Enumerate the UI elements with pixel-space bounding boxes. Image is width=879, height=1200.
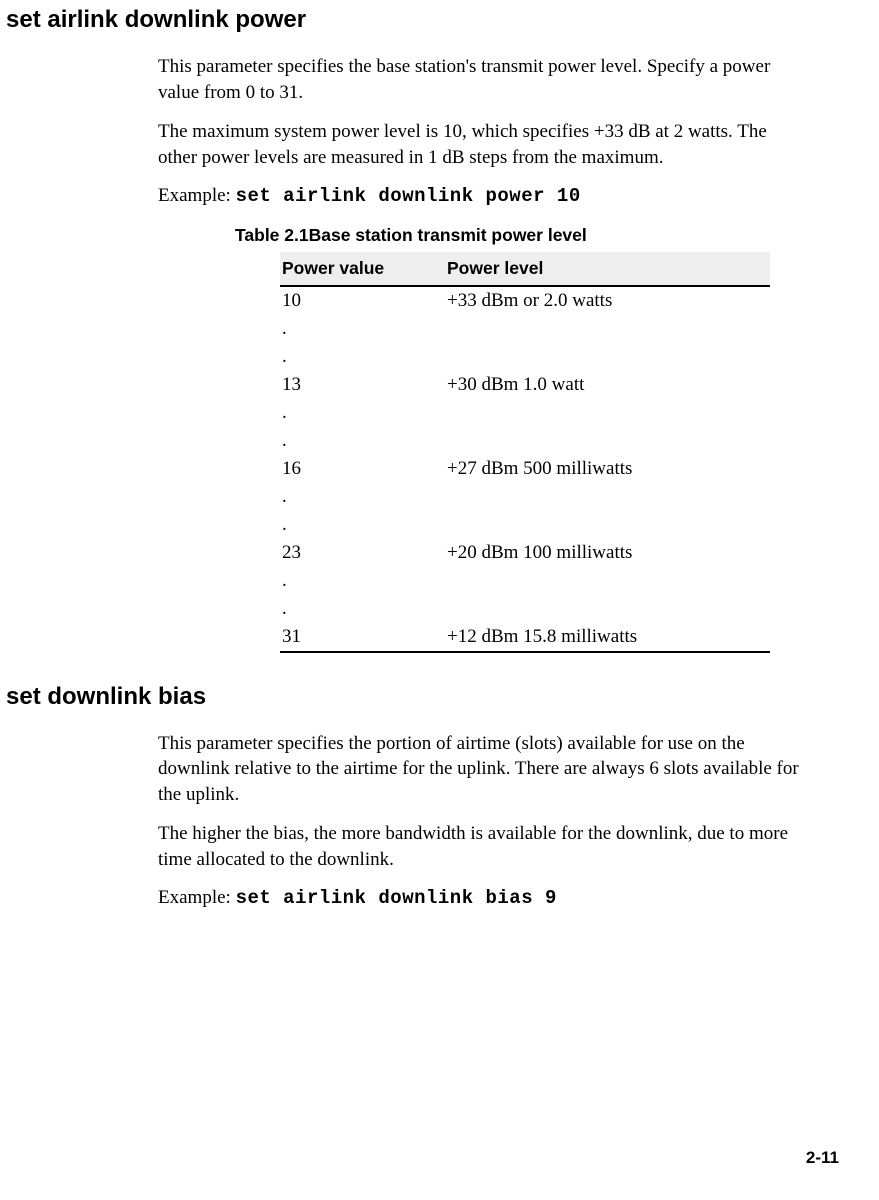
table-row: . [280, 511, 770, 539]
cell-power-level: +27 dBm 500 milliwatts [445, 455, 770, 483]
heading-set-downlink-bias: set downlink bias [0, 683, 799, 711]
table-header-power-level: Power level [445, 252, 770, 286]
power-level-table: Power value Power level 10+33 dBm or 2.0… [280, 252, 770, 653]
table-row: 31+12 dBm 15.8 milliwatts [280, 623, 770, 652]
cell-power-value: . [280, 399, 445, 427]
cell-power-level [445, 399, 770, 427]
paragraph: This parameter specifies the portion of … [158, 731, 799, 808]
cell-power-value: . [280, 315, 445, 343]
table-row: . [280, 483, 770, 511]
cell-power-level [445, 511, 770, 539]
table-row: . [280, 567, 770, 595]
heading-set-airlink-downlink-power: set airlink downlink power [0, 6, 799, 34]
cell-power-level [445, 483, 770, 511]
table-row: 16+27 dBm 500 milliwatts [280, 455, 770, 483]
cell-power-level [445, 595, 770, 623]
page-number: 2-11 [806, 1148, 839, 1168]
cell-power-level [445, 315, 770, 343]
paragraph: This parameter specifies the base statio… [158, 54, 799, 105]
page-content: set airlink downlink power This paramete… [0, 6, 879, 909]
cell-power-value: . [280, 567, 445, 595]
cell-power-value: . [280, 343, 445, 371]
cell-power-value: 31 [280, 623, 445, 652]
table-row: . [280, 315, 770, 343]
paragraph: The higher the bias, the more bandwidth … [158, 821, 799, 872]
cell-power-level: +12 dBm 15.8 milliwatts [445, 623, 770, 652]
example-label: Example: [158, 887, 236, 908]
table-row: 10+33 dBm or 2.0 watts [280, 286, 770, 315]
table-row: 13+30 dBm 1.0 watt [280, 371, 770, 399]
table-caption: Table 2.1Base station transmit power lev… [235, 225, 799, 246]
example-code: set airlink downlink power 10 [236, 185, 581, 207]
table-row: . [280, 399, 770, 427]
table-row: . [280, 343, 770, 371]
paragraph: The maximum system power level is 10, wh… [158, 119, 799, 170]
table-header-power-value: Power value [280, 252, 445, 286]
cell-power-value: 16 [280, 455, 445, 483]
table-caption-title: Base station transmit power level [309, 225, 587, 245]
cell-power-value: 10 [280, 286, 445, 315]
cell-power-level [445, 343, 770, 371]
cell-power-value: . [280, 483, 445, 511]
example-line: Example: set airlink downlink power 10 [158, 185, 799, 207]
cell-power-level: +20 dBm 100 milliwatts [445, 539, 770, 567]
example-code: set airlink downlink bias 9 [236, 887, 557, 909]
table-row: . [280, 427, 770, 455]
example-label: Example: [158, 185, 236, 206]
example-line: Example: set airlink downlink bias 9 [158, 887, 799, 909]
cell-power-value: 13 [280, 371, 445, 399]
cell-power-value: . [280, 511, 445, 539]
cell-power-level [445, 567, 770, 595]
cell-power-value: . [280, 427, 445, 455]
table-header-row: Power value Power level [280, 252, 770, 286]
cell-power-level: +30 dBm 1.0 watt [445, 371, 770, 399]
cell-power-level [445, 427, 770, 455]
table-row: 23+20 dBm 100 milliwatts [280, 539, 770, 567]
cell-power-level: +33 dBm or 2.0 watts [445, 286, 770, 315]
table-caption-number: Table 2.1 [235, 225, 309, 245]
cell-power-value: . [280, 595, 445, 623]
table-row: . [280, 595, 770, 623]
cell-power-value: 23 [280, 539, 445, 567]
